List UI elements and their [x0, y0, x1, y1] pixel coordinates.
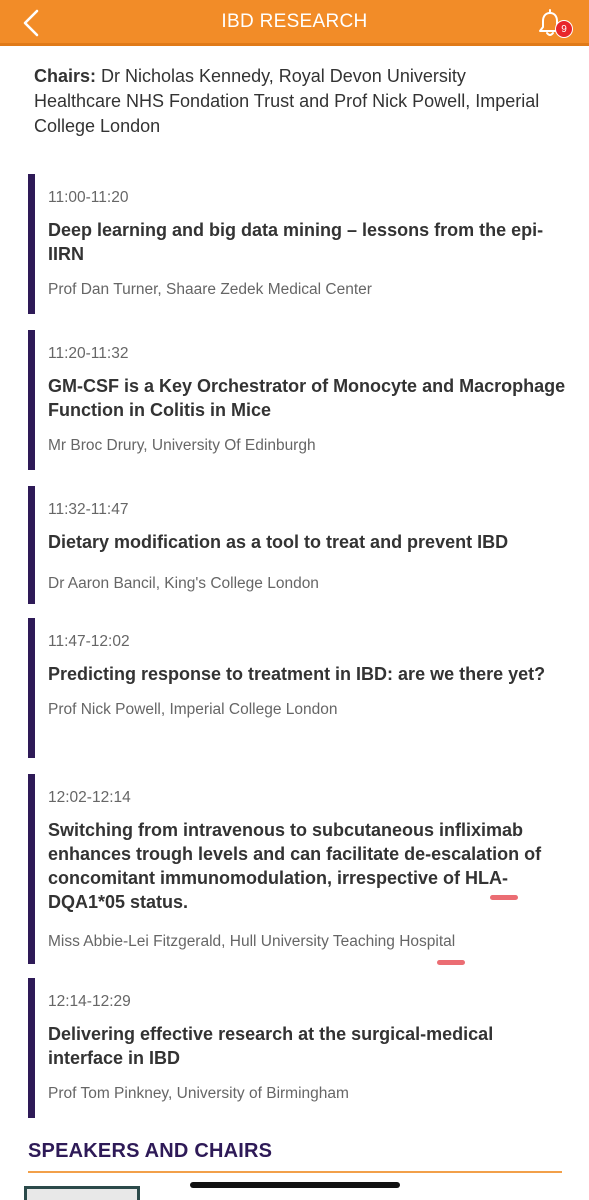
- session-item[interactable]: 11:20-11:32 GM-CSF is a Key Orchestrator…: [28, 330, 568, 470]
- session-speaker: Miss Abbie-Lei Fitzgerald, Hull Universi…: [48, 933, 456, 950]
- speakers-section-heading: SPEAKERS AND CHAIRS: [28, 1140, 562, 1173]
- chairs-label: Chairs:: [34, 66, 97, 86]
- back-button[interactable]: [14, 6, 48, 40]
- chevron-left-icon: [23, 9, 39, 37]
- page-title: IBD RESEARCH: [221, 10, 368, 32]
- session-item[interactable]: 11:00-11:20 Deep learning and big data m…: [28, 174, 568, 314]
- session-title: Switching from intravenous to subcutaneo…: [48, 820, 542, 912]
- session-speaker: Dr Aaron Bancil, King's College London: [48, 575, 319, 592]
- session-speaker: Mr Broc Drury, University Of Edinburgh: [48, 437, 316, 454]
- session-speaker: Prof Dan Turner, Shaare Zedek Medical Ce…: [48, 281, 372, 298]
- session-item[interactable]: 12:14-12:29 Delivering effective researc…: [28, 978, 568, 1118]
- session-item[interactable]: 11:32-11:47 Dietary modification as a to…: [28, 486, 568, 604]
- notifications-button[interactable]: 9: [535, 6, 573, 40]
- speaker-card[interactable]: [24, 1186, 140, 1200]
- highlight-mark: [437, 960, 465, 965]
- notification-badge: 9: [555, 20, 573, 38]
- session-time: 11:32-11:47: [48, 501, 129, 518]
- session-time: 11:20-11:32: [48, 345, 129, 362]
- session-item[interactable]: 12:02-12:14 Switching from intravenous t…: [28, 774, 568, 964]
- highlight-mark: [490, 895, 518, 900]
- session-title: Delivering effective research at the sur…: [48, 1024, 494, 1068]
- session-item[interactable]: 11:47-12:02 Predicting response to treat…: [28, 618, 568, 758]
- session-title: Predicting response to treatment in IBD:…: [48, 664, 546, 684]
- home-indicator[interactable]: [190, 1182, 400, 1188]
- app-header: IBD RESEARCH 9: [0, 0, 589, 46]
- session-time: 11:00-11:20: [48, 189, 129, 206]
- session-time: 12:02-12:14: [48, 789, 131, 806]
- session-chairs: Chairs: Dr Nicholas Kennedy, Royal Devon…: [34, 64, 554, 139]
- session-title: Deep learning and big data mining – less…: [48, 220, 544, 264]
- session-time: 12:14-12:29: [48, 993, 131, 1010]
- session-speaker: Prof Tom Pinkney, University of Birmingh…: [48, 1085, 349, 1102]
- session-time: 11:47-12:02: [48, 633, 130, 650]
- session-speaker: Prof Nick Powell, Imperial College Londo…: [48, 701, 338, 718]
- session-title: Dietary modification as a tool to treat …: [48, 532, 509, 552]
- session-title: GM-CSF is a Key Orchestrator of Monocyte…: [48, 376, 566, 420]
- chairs-names: Dr Nicholas Kennedy, Royal Devon Univers…: [34, 66, 540, 136]
